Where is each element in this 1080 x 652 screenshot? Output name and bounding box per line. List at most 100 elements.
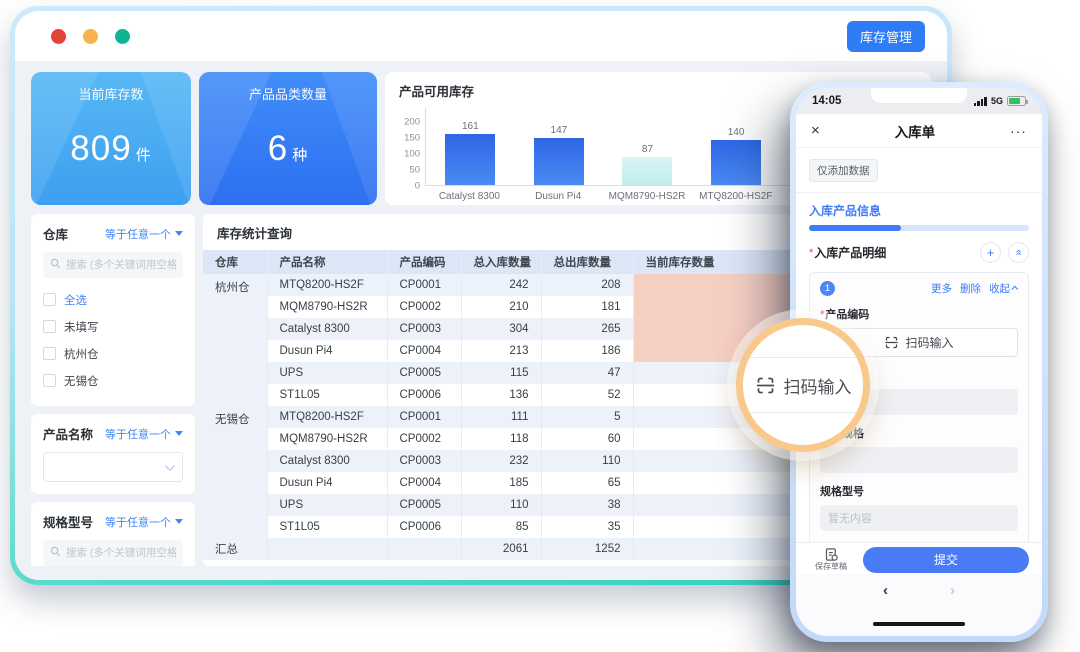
cell-code: CP0005 [387,362,462,384]
cell-code: CP0004 [387,340,462,362]
filter-option[interactable]: 杭州仓 [43,340,183,367]
cell-code: CP0005 [387,494,462,516]
filter-search-input[interactable] [66,547,176,559]
filter-option[interactable]: 全选 [43,286,183,313]
filter-condition-dropdown[interactable]: 等于任意一个 [105,226,183,242]
y-tick-label: 200 [404,116,420,128]
summary-cell: 2061 [461,538,542,560]
cell-code: CP0002 [387,296,462,318]
cell-code: CP0006 [387,384,462,406]
cell-name: Catalyst 8300 [267,318,388,340]
filter-group-header: 规格型号 等于任意一个 [43,512,183,531]
chevron-down-icon [175,431,183,436]
chart-bar [445,133,496,185]
cell-in: 136 [461,384,542,406]
inventory-management-button[interactable]: 库存管理 [846,20,925,52]
tab-inbound-product-info[interactable]: 入库产品信息 [809,202,1029,219]
x-tick-label: MTQ8200-HS2F [699,191,773,202]
mode-badge: 仅添加数据 [809,159,878,182]
cell-in: 232 [461,450,542,472]
cell-name: UPS [267,362,388,384]
delete-link[interactable]: 删除 [960,281,981,296]
cell-out: 60 [541,428,634,450]
required-asterisk: * [820,309,825,321]
chart-bar [711,140,762,185]
cell-out: 208 [541,274,634,296]
filter-condition-label: 等于任意一个 [105,228,171,241]
y-tick-label: 150 [404,132,420,144]
network-label: 5G [990,96,1003,106]
cell-in: 185 [461,472,542,494]
filter-option[interactable]: 无锡仓 [43,367,183,394]
x-tick-label: Catalyst 8300 [438,191,500,202]
filter-search [43,252,183,278]
disabled-field: 暂无内容 [820,505,1018,531]
warehouse-cell: 杭州仓 [203,274,268,406]
scan-icon [885,336,899,349]
window-minimize-dot[interactable] [83,28,98,44]
back-arrow-icon[interactable]: ‹ [883,582,888,599]
field-label: 规格型号 [820,486,864,498]
save-draft-button[interactable]: 保存草稿 [809,547,853,572]
save-draft-icon [825,548,838,561]
chart-bar-slot: 147 [515,108,604,185]
summary-cell [267,538,388,560]
forward-arrow-icon[interactable]: › [950,582,955,599]
close-icon[interactable]: × [811,122,820,139]
more-icon[interactable]: ··· [1010,123,1027,139]
stage: 库存管理 当前库存数 809 件 产品品类数量 6种 产品可用库存 0 50 1… [0,0,1080,652]
window-maximize-dot[interactable] [115,28,130,44]
summary-cell [387,538,462,560]
column-header: 产品编码 [387,250,462,274]
cell-out: 110 [541,450,634,472]
filter-option[interactable]: 未填写 [43,313,183,340]
phone-notch [871,88,967,103]
cell-code: CP0003 [387,318,462,340]
cell-in: 110 [461,494,542,516]
column-header: 产品名称 [267,250,388,274]
titlebar: 库存管理 [15,11,947,61]
window-close-dot[interactable] [51,28,66,44]
filter-condition-dropdown[interactable]: 等于任意一个 [105,514,183,530]
more-link[interactable]: 更多 [931,281,952,296]
cell-in: 118 [461,428,542,450]
chevron-down-icon [175,519,183,524]
battery-icon [1007,96,1028,106]
add-item-button[interactable]: + [980,242,1001,263]
filter-group-3: 规格型号等于任意一个全选未填写1N1S-4T2X200G-HDR-QSFP56 [31,502,195,566]
bar-value-label: 140 [727,127,745,139]
chevron-down-icon [164,460,175,471]
cell-out: 265 [541,318,634,340]
cell-code: CP0001 [387,406,462,428]
stat-label: 产品品类数量 [248,87,327,102]
submit-button[interactable]: 提交 [863,546,1029,573]
cell-name: MQM8790-HS2R [267,296,388,318]
home-indicator[interactable] [873,622,965,626]
cell-in: 304 [461,318,542,340]
section-title: 入库产品明细 [814,246,887,260]
scan-input-magnifier[interactable]: 扫码输入 [736,318,870,452]
warehouse-cell: 无锡仓 [203,406,268,538]
filter-option-label: 无锡仓 [64,375,99,388]
filter-select[interactable] [43,452,183,482]
collapse-link[interactable]: 收起 [989,281,1019,296]
required-asterisk: * [809,246,814,259]
filter-option-label: 未填写 [64,321,99,334]
collapse-all-button[interactable]: « [1008,242,1029,263]
filter-condition-dropdown[interactable]: 等于任意一个 [105,426,183,442]
cell-in: 85 [461,516,542,538]
checkbox[interactable] [43,320,56,333]
stat-card-category-count: 产品品类数量 6种 [199,72,377,205]
checkbox[interactable] [43,293,56,306]
cell-out: 181 [541,296,634,318]
field-label: 单位 [820,541,1018,542]
cell-out: 47 [541,362,634,384]
field-label: *产品编码 [820,309,870,321]
filter-search-input[interactable] [66,259,176,271]
checkbox[interactable] [43,374,56,387]
disabled-field [820,447,1018,473]
y-tick-label: 0 [414,180,420,192]
search-icon [50,544,61,562]
checkbox[interactable] [43,347,56,360]
stat-value: 6种 [267,129,309,168]
